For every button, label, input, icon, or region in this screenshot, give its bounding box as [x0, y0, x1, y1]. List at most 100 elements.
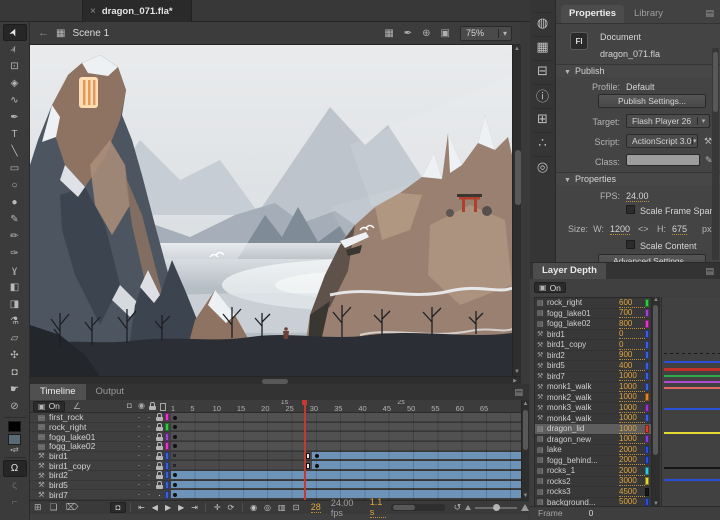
- camera-toggle[interactable]: ·: [134, 413, 144, 422]
- lock-toggle[interactable]: ·: [154, 490, 165, 500]
- edit-scene-icon[interactable]: ▦: [381, 28, 396, 39]
- layer-outline-color-chip[interactable]: [165, 481, 169, 489]
- eyedropper-tool[interactable]: ⚗: [3, 313, 27, 330]
- bone-tool[interactable]: ɣ: [3, 262, 27, 279]
- lock-column-icon[interactable]: [149, 402, 156, 412]
- layer-depth-value[interactable]: 1000: [619, 403, 645, 413]
- color-panel-icon[interactable]: ◍: [533, 12, 553, 30]
- layer-depth-row[interactable]: ▤dragon_lid1000: [535, 424, 651, 435]
- camera-toggle[interactable]: ·: [134, 422, 144, 431]
- zoom-level-select[interactable]: 75% ▾: [460, 26, 512, 41]
- layer-outline-color-chip[interactable]: [165, 452, 169, 460]
- step-back-button[interactable]: ◀: [148, 503, 161, 512]
- lock-toggle[interactable]: [154, 423, 165, 431]
- layer-depth-row[interactable]: ▤fogg_behind...2000: [535, 456, 651, 467]
- layer-depth-row[interactable]: ⚒monk4_walk1000: [535, 414, 651, 425]
- delete-layer-button[interactable]: ⌦: [62, 502, 83, 513]
- layer-depth-color-chip[interactable]: [645, 467, 649, 475]
- straighten-option[interactable]: ⌐: [3, 494, 27, 511]
- visibility-toggle[interactable]: ·: [144, 490, 154, 499]
- width-value[interactable]: 1200: [610, 224, 630, 235]
- layer-row[interactable]: ⚒bird7···: [30, 490, 171, 500]
- layer-depth-value[interactable]: 0: [619, 340, 645, 350]
- layer-depth-color-chip[interactable]: [645, 456, 649, 464]
- layer-depth-value[interactable]: 1000: [619, 413, 645, 423]
- layer-depth-value[interactable]: 0: [619, 329, 645, 339]
- layer-depth-row[interactable]: ▤fogg_lake01700: [535, 309, 651, 320]
- visibility-toggle[interactable]: ·: [144, 422, 154, 431]
- timeline-ruler[interactable]: 151015202530354045505560651s2s: [171, 400, 521, 413]
- camera-tool[interactable]: ◘: [3, 364, 27, 381]
- fill-color-swatch[interactable]: [8, 434, 21, 445]
- text-tool[interactable]: T: [3, 126, 27, 143]
- layer-depth-value[interactable]: 3000: [619, 476, 645, 486]
- layer-depth-value[interactable]: 600: [619, 298, 645, 308]
- visibility-toggle[interactable]: ·: [144, 442, 154, 451]
- object-drawing-toggle[interactable]: Ω: [3, 460, 27, 477]
- center-frame-button[interactable]: ✛: [210, 503, 224, 512]
- camera-toggle[interactable]: ·: [134, 461, 144, 470]
- lock-toggle[interactable]: [154, 462, 165, 470]
- oval-primitive-tool[interactable]: ●: [3, 194, 27, 211]
- align-panel-icon[interactable]: ⊟: [533, 60, 553, 78]
- stage-horizontal-scrollbar[interactable]: ▶: [30, 376, 521, 384]
- hand-tool[interactable]: ☛: [3, 381, 27, 398]
- edit-multiple-frames-button[interactable]: ▥: [275, 503, 290, 512]
- elapsed-time-value[interactable]: 1.1 s: [370, 497, 386, 518]
- brush-tool[interactable]: ✏: [3, 228, 27, 245]
- target-select[interactable]: Flash Player 26▾: [626, 114, 710, 128]
- layer-depth-panel-menu-icon[interactable]: ▤: [705, 266, 714, 277]
- layer-depth-value[interactable]: 4500: [619, 487, 645, 497]
- lock-toggle[interactable]: [154, 442, 165, 450]
- paint-brush-tool[interactable]: ✑: [3, 245, 27, 262]
- layer-depth-row[interactable]: ⚒monk1_walk1000: [535, 382, 651, 393]
- fps-value[interactable]: 24.00: [626, 191, 649, 202]
- visibility-column-icon[interactable]: ◉: [138, 401, 145, 410]
- layer-depth-row[interactable]: ⚒monk3_walk1000: [535, 403, 651, 414]
- camera-toggle[interactable]: ·: [134, 451, 144, 460]
- timeline-frames-area[interactable]: [171, 413, 521, 500]
- lasso-tool[interactable]: ∿: [3, 92, 27, 109]
- tab-timeline[interactable]: Timeline: [30, 384, 86, 400]
- layer-depth-value[interactable]: 1000: [619, 424, 645, 434]
- paint-bucket-tool[interactable]: ◧: [3, 279, 27, 296]
- tab-library[interactable]: Library: [626, 5, 671, 23]
- layer-depth-value[interactable]: 800: [619, 319, 645, 329]
- subselection-tool[interactable]: ➢: [3, 41, 27, 58]
- new-layer-button[interactable]: ⊞: [30, 502, 46, 513]
- wrench-icon[interactable]: ⚒: [704, 136, 712, 147]
- layer-depth-tab[interactable]: Layer Depth: [533, 263, 606, 279]
- lock-toggle[interactable]: [154, 413, 165, 421]
- timeline-panel-menu-icon[interactable]: ▤: [514, 387, 523, 398]
- edit-symbols-icon[interactable]: ✒: [401, 28, 415, 39]
- playhead[interactable]: [304, 400, 306, 500]
- layer-depth-color-chip[interactable]: [645, 383, 649, 391]
- properties-section-header[interactable]: ▼Properties: [556, 172, 720, 185]
- 3d-rotation-tool[interactable]: ◈: [3, 75, 27, 92]
- zoom-tool[interactable]: ⊘: [3, 398, 27, 415]
- class-input[interactable]: [626, 154, 700, 166]
- layer-outline-color-chip[interactable]: [165, 491, 169, 499]
- add-camera-button[interactable]: ◘: [110, 502, 125, 513]
- layer-depth-color-chip[interactable]: [645, 414, 649, 422]
- layer-outline-color-chip[interactable]: [165, 423, 169, 431]
- layer-depth-color-chip[interactable]: [645, 320, 649, 328]
- stage-vertical-scrollbar[interactable]: ▲ ▼: [512, 45, 521, 376]
- frame-rate-label[interactable]: 24.00 fps: [331, 498, 362, 518]
- layer-depth-row[interactable]: ⚒bird71000: [535, 372, 651, 383]
- swatches-panel-icon[interactable]: ▦: [533, 36, 553, 54]
- layer-depth-color-chip[interactable]: [645, 446, 649, 454]
- visibility-toggle[interactable]: ·: [144, 451, 154, 460]
- tab-properties[interactable]: Properties: [561, 5, 624, 23]
- back-arrow-icon[interactable]: ←: [38, 27, 49, 39]
- onion-skin-button[interactable]: ◉: [247, 503, 261, 512]
- layer-depth-color-chip[interactable]: [645, 477, 649, 485]
- layer-frames-row[interactable]: [171, 452, 521, 462]
- publish-settings-button[interactable]: Publish Settings...: [598, 94, 706, 108]
- layer-frames-row[interactable]: [171, 423, 521, 433]
- asset-warp-tool[interactable]: ✣: [3, 347, 27, 364]
- rectangle-tool[interactable]: ▭: [3, 160, 27, 177]
- script-select[interactable]: ActionScript 3.0▾: [626, 134, 698, 148]
- selection-tool[interactable]: ➤: [3, 24, 27, 41]
- layer-depth-row[interactable]: ▤rock_right600: [535, 298, 651, 309]
